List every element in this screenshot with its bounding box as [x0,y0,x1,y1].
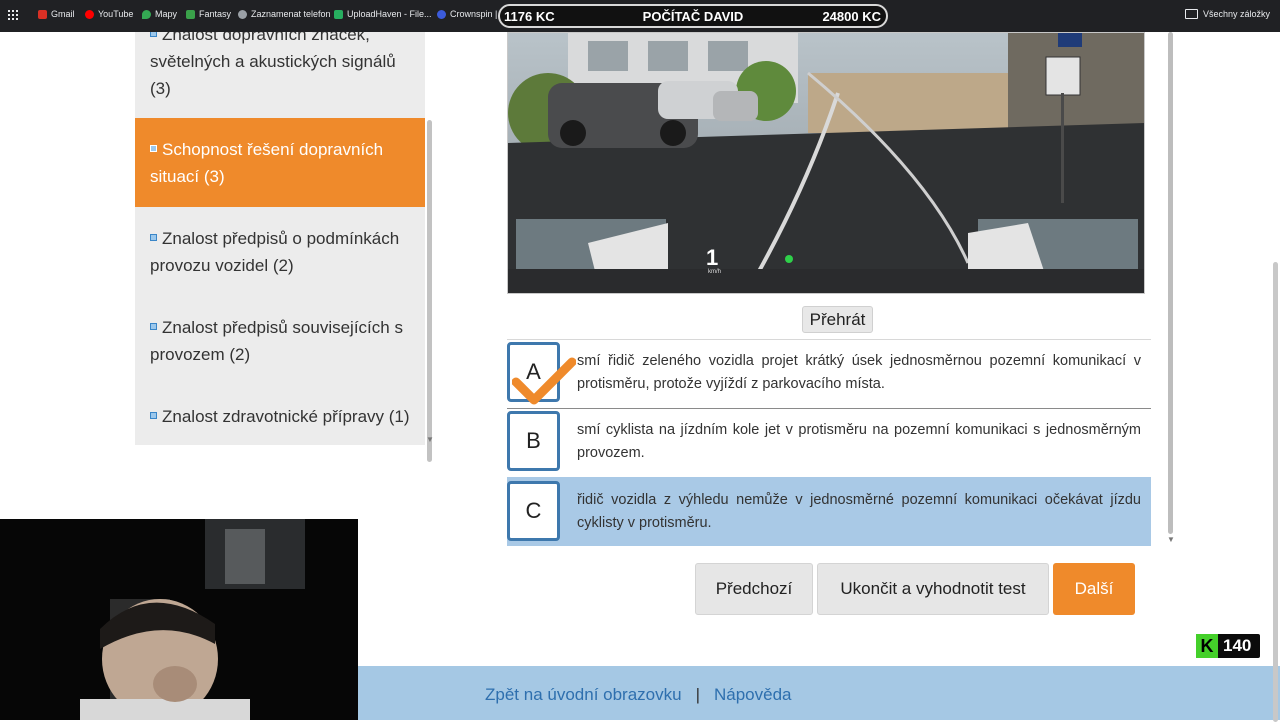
crownspin-icon [437,9,446,19]
situation-video[interactable]: 1 km/h [507,32,1145,294]
bookmark-label: Fantasy [199,9,232,19]
overlay-right-value: 24800 KC [822,9,881,24]
answer-text: řidič vozidla z výhledu nemůže v jednosm… [577,492,1141,531]
folder-icon [1184,9,1198,19]
bookmark-gmail[interactable]: Gmail [38,9,75,19]
scroll-down-arrow-icon[interactable]: ▼ [1167,535,1175,544]
category-menu: Znalost dopravních značek, světelných a … [135,32,425,445]
divider [507,408,1151,409]
bullet-icon [150,145,157,153]
menu-item-signs[interactable]: Znalost dopravních značek, světelných a … [135,32,425,119]
bookmark-label: UploadHaven - File... [347,9,432,19]
bookmark-mapy[interactable]: Mapy [142,9,177,19]
footer-separator: | [695,685,700,704]
badge-k-icon: K [1196,634,1218,658]
bookmark-crownspin[interactable]: Crownspin | [437,9,497,19]
page-scrollbar[interactable] [1272,32,1279,722]
bookmark-label: Crownspin | [450,9,498,19]
help-link[interactable]: Nápověda [714,685,792,705]
bookmark-uploadhaven[interactable]: UploadHaven - File... [334,9,432,19]
answer-text: smí cyklista na jízdním kole jet v proti… [577,422,1141,461]
answer-b[interactable]: B smí cyklista na jízdním kole jet v pro… [507,411,1151,479]
bookmark-fantasy[interactable]: Fantasy [186,9,231,19]
footer-links: Zpět na úvodní obrazovku | Nápověda [485,685,792,705]
gmail-icon [38,9,47,19]
uploadhaven-icon [334,9,343,19]
menu-item-first-aid[interactable]: Znalost zdravotnické přípravy (1) [135,385,425,445]
page-scroll-thumb[interactable] [1273,262,1278,722]
menu-item-label: Znalost zdravotnické přípravy (1) [162,407,410,426]
next-button[interactable]: Další [1053,563,1135,615]
checkmark-icon [512,357,576,405]
menu-item-label: Znalost předpisů souvisejících s provoze… [150,318,403,364]
answer-a[interactable]: A smí řidič zeleného vozidla projet krát… [507,342,1151,410]
speed-unit: km/h [708,269,722,275]
menu-scroll-thumb[interactable] [427,120,432,462]
globe-icon [238,9,247,19]
menu-item-label: Znalost dopravních značek, světelných a … [150,32,396,98]
bullet-icon [150,32,157,38]
finish-test-button[interactable]: Ukončit a vyhodnotit test [817,563,1049,615]
menu-item-label: Schopnost řešení dopravních situací (3) [150,140,384,186]
bookmark-label: Mapy [155,9,178,19]
bullet-icon [150,412,157,420]
answer-text: smí řidič zeleného vozidla projet krátký… [577,353,1141,392]
menu-item-label: Znalost předpisů o podmínkách provozu vo… [150,229,400,275]
answer-letter-box[interactable]: C [507,481,560,541]
menu-item-situations[interactable]: Schopnost řešení dopravních situací (3) [135,118,425,207]
map-pin-icon [142,9,151,19]
bookmark-label: Gmail [51,9,75,19]
folder-label: Všechny záložky [1202,9,1270,19]
bullet-icon [150,323,157,331]
answer-letter-box[interactable]: B [507,411,560,471]
previous-button[interactable]: Předchozí [695,563,813,615]
stream-overlay-bar: 1176 KC POČÍTAČ DAVID 24800 KC [498,4,888,28]
menu-item-traffic-rules[interactable]: Znalost předpisů souvisejících s provoze… [135,296,425,385]
all-bookmarks-folder[interactable]: Všechny záložky [1184,9,1270,19]
bullet-icon [150,234,157,242]
bookmark-label: Zaznamenat telefon [251,9,331,19]
play-button[interactable]: Přehrát [802,306,873,333]
bookmark-label: YouTube [98,9,134,19]
bookmark-zaznamenat[interactable]: Zaznamenat telefon [238,9,331,19]
menu-scrollbar[interactable]: ▼ [426,32,434,462]
content-scroll-thumb[interactable] [1168,32,1173,534]
home-link[interactable]: Zpět na úvodní obrazovku [485,685,682,705]
badge-value: 140 [1223,636,1252,655]
menu-item-vehicle-rules[interactable]: Znalost předpisů o podmínkách provozu vo… [135,207,425,296]
webcam-overlay [0,519,358,720]
content-scrollbar[interactable]: ▼ [1167,32,1175,547]
divider [507,339,1151,340]
webcam-image [0,519,358,720]
street-scene-image [508,33,1144,293]
fantasy-icon [186,9,195,19]
bookmark-youtube[interactable]: YouTube [85,9,133,19]
youtube-icon [85,9,94,19]
scroll-down-arrow-icon[interactable]: ▼ [426,435,434,444]
apps-grid-icon[interactable] [8,10,18,20]
speed-value: 1 [706,245,719,270]
answer-c[interactable]: C řidič vozidla z výhledu nemůže v jedno… [507,477,1151,546]
score-badge: K 140 [1196,634,1260,658]
